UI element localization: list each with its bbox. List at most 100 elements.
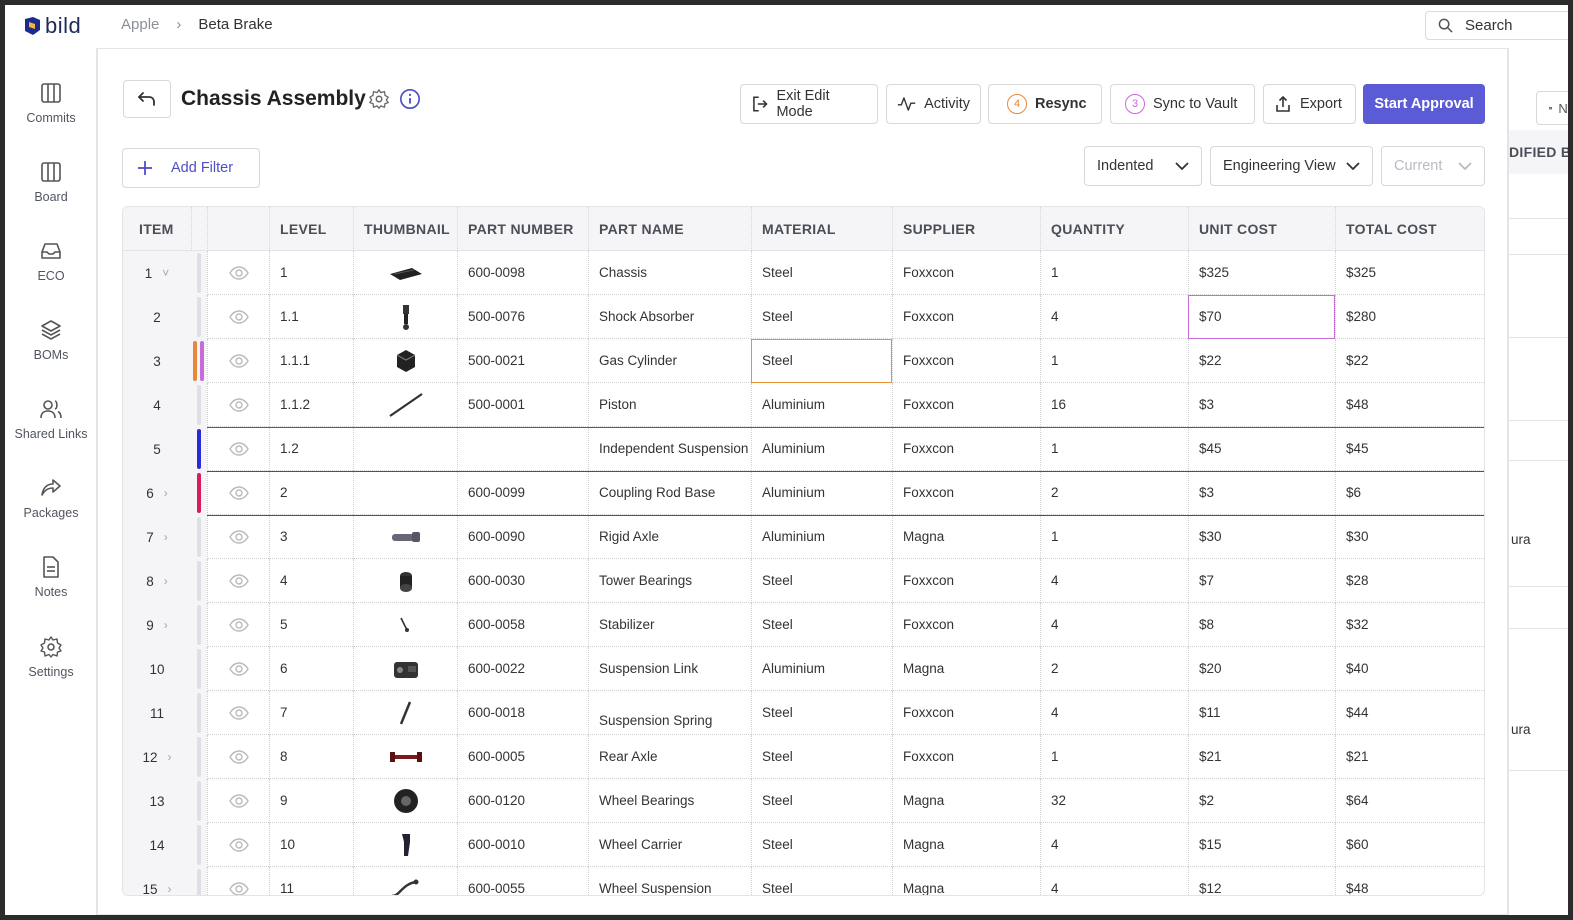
- visibility-toggle[interactable]: [207, 471, 269, 515]
- part-number-cell[interactable]: 600-0098: [457, 251, 588, 295]
- unit-cost-cell[interactable]: $70: [1188, 295, 1335, 339]
- level-cell[interactable]: 6: [269, 647, 353, 691]
- material-cell[interactable]: Aluminium: [751, 471, 892, 515]
- unit-cost-cell[interactable]: $21: [1188, 735, 1335, 779]
- part-number-cell[interactable]: 600-0120: [457, 779, 588, 823]
- level-cell[interactable]: 5: [269, 603, 353, 647]
- thumbnail-cell[interactable]: [353, 867, 457, 895]
- total-cost-cell[interactable]: $280: [1335, 295, 1484, 339]
- unit-cost-cell[interactable]: $325: [1188, 251, 1335, 295]
- part-number-cell[interactable]: 600-0055: [457, 867, 588, 895]
- column-header-level[interactable]: LEVEL: [269, 207, 353, 251]
- part-number-cell[interactable]: 500-0021: [457, 339, 588, 383]
- item-cell[interactable]: 11: [123, 691, 191, 735]
- gear-icon[interactable]: [368, 88, 390, 110]
- table-row[interactable]: 5 1.2 Independent Suspension Aluminium Foxxc…: [123, 427, 1484, 471]
- quantity-cell[interactable]: 4: [1040, 823, 1188, 867]
- table-row[interactable]: 7 › 3 600-0090 Rigid Axle Aluminium Magna 1 $30 $…: [123, 515, 1484, 559]
- column-header-total-cost[interactable]: TOTAL COST: [1335, 207, 1484, 251]
- total-cost-cell[interactable]: $32: [1335, 603, 1484, 647]
- unit-cost-cell[interactable]: $30: [1188, 515, 1335, 559]
- level-cell[interactable]: 1.1: [269, 295, 353, 339]
- level-cell[interactable]: 1: [269, 251, 353, 295]
- part-name-cell[interactable]: Chassis: [588, 251, 751, 295]
- visibility-toggle[interactable]: [207, 603, 269, 647]
- chevron-right-icon[interactable]: ›: [164, 574, 168, 588]
- logo[interactable]: bild: [24, 13, 81, 39]
- visibility-toggle[interactable]: [207, 735, 269, 779]
- quantity-cell[interactable]: 4: [1040, 559, 1188, 603]
- item-cell[interactable]: 15 ›: [123, 867, 191, 895]
- start-approval-button[interactable]: Start Approval: [1363, 84, 1485, 124]
- table-row[interactable]: 1 ˅ 1 600-0098 Chassis Steel Foxxcon 1 $325 $325: [123, 251, 1484, 295]
- total-cost-cell[interactable]: $45: [1335, 427, 1484, 471]
- level-cell[interactable]: 8: [269, 735, 353, 779]
- chevron-right-icon[interactable]: ›: [164, 618, 168, 632]
- item-cell[interactable]: 7 ›: [123, 515, 191, 559]
- total-cost-cell[interactable]: $22: [1335, 339, 1484, 383]
- level-cell[interactable]: 1.1.1: [269, 339, 353, 383]
- material-cell[interactable]: Steel: [751, 251, 892, 295]
- supplier-cell[interactable]: Foxxcon: [892, 427, 1040, 471]
- chevron-down-icon[interactable]: ˅: [162, 266, 169, 280]
- material-cell[interactable]: Aluminium: [751, 647, 892, 691]
- table-row[interactable]: 4 1.1.2 500-0001 Piston Aluminium Foxxcon 16 $3…: [123, 383, 1484, 427]
- material-cell[interactable]: Aluminium: [751, 515, 892, 559]
- part-name-cell[interactable]: Tower Bearings: [588, 559, 751, 603]
- thumbnail-cell[interactable]: [353, 603, 457, 647]
- part-name-cell[interactable]: Gas Cylinder: [588, 339, 751, 383]
- thumbnail-cell[interactable]: [353, 735, 457, 779]
- material-cell[interactable]: Steel: [751, 779, 892, 823]
- material-cell[interactable]: Steel: [751, 867, 892, 895]
- view-mode-select[interactable]: Indented: [1084, 146, 1202, 186]
- thumbnail-cell[interactable]: [353, 559, 457, 603]
- part-number-cell[interactable]: 600-0022: [457, 647, 588, 691]
- thumbnail-cell[interactable]: [353, 383, 457, 427]
- quantity-cell[interactable]: 4: [1040, 691, 1188, 735]
- column-header-supplier[interactable]: SUPPLIER: [892, 207, 1040, 251]
- chevron-right-icon[interactable]: ›: [164, 530, 168, 544]
- material-cell[interactable]: Steel: [751, 823, 892, 867]
- column-header-unit-cost[interactable]: UNIT COST: [1188, 207, 1335, 251]
- sync-to-vault-button[interactable]: 3 Sync to Vault: [1110, 84, 1255, 124]
- total-cost-cell[interactable]: $325: [1335, 251, 1484, 295]
- table-row[interactable]: 14 10 600-0010 Wheel Carrier Steel Magna 4 $15 $…: [123, 823, 1484, 867]
- chevron-right-icon[interactable]: ›: [168, 750, 172, 764]
- table-row[interactable]: 3 1.1.1 500-0021 Gas Cylinder Steel Foxxcon 1 $…: [123, 339, 1484, 383]
- supplier-cell[interactable]: Foxxcon: [892, 735, 1040, 779]
- supplier-cell[interactable]: Foxxcon: [892, 471, 1040, 515]
- part-name-cell[interactable]: Independent Suspension: [588, 427, 751, 471]
- visibility-toggle[interactable]: [207, 559, 269, 603]
- supplier-cell[interactable]: Magna: [892, 867, 1040, 895]
- supplier-cell[interactable]: Foxxcon: [892, 251, 1040, 295]
- resync-button[interactable]: 4 Resync: [988, 84, 1102, 124]
- visibility-toggle[interactable]: [207, 339, 269, 383]
- unit-cost-cell[interactable]: $2: [1188, 779, 1335, 823]
- visibility-toggle[interactable]: [207, 295, 269, 339]
- item-cell[interactable]: 10: [123, 647, 191, 691]
- table-row[interactable]: 12 › 8 600-0005 Rear Axle Steel Foxxcon 1 $21 $21: [123, 735, 1484, 779]
- part-number-cell[interactable]: [457, 427, 588, 471]
- total-cost-cell[interactable]: $48: [1335, 383, 1484, 427]
- exit-edit-mode-button[interactable]: Exit Edit Mode: [740, 84, 878, 124]
- table-row[interactable]: 13 9 600-0120 Wheel Bearings Steel Magna 32 $2 $…: [123, 779, 1484, 823]
- part-number-cell[interactable]: 600-0090: [457, 515, 588, 559]
- visibility-toggle[interactable]: [207, 383, 269, 427]
- part-name-cell[interactable]: Wheel Suspension: [588, 867, 751, 895]
- visibility-toggle[interactable]: [207, 691, 269, 735]
- thumbnail-cell[interactable]: [353, 295, 457, 339]
- part-name-cell[interactable]: Suspension Spring: [588, 691, 751, 735]
- thumbnail-cell[interactable]: [353, 471, 457, 515]
- column-header-modified-by[interactable]: DIFIED BY: [1509, 130, 1568, 174]
- table-row[interactable]: 6 › 2 600-0099 Coupling Rod Base Aluminium Fox…: [123, 471, 1484, 515]
- quantity-cell[interactable]: 1: [1040, 339, 1188, 383]
- visibility-toggle[interactable]: [207, 647, 269, 691]
- level-cell[interactable]: 7: [269, 691, 353, 735]
- total-cost-cell[interactable]: $64: [1335, 779, 1484, 823]
- part-number-cell[interactable]: 500-0001: [457, 383, 588, 427]
- level-cell[interactable]: 1.2: [269, 427, 353, 471]
- total-cost-cell[interactable]: $21: [1335, 735, 1484, 779]
- quantity-cell[interactable]: 1: [1040, 251, 1188, 295]
- quantity-cell[interactable]: 4: [1040, 867, 1188, 895]
- version-select[interactable]: Current: [1381, 146, 1485, 186]
